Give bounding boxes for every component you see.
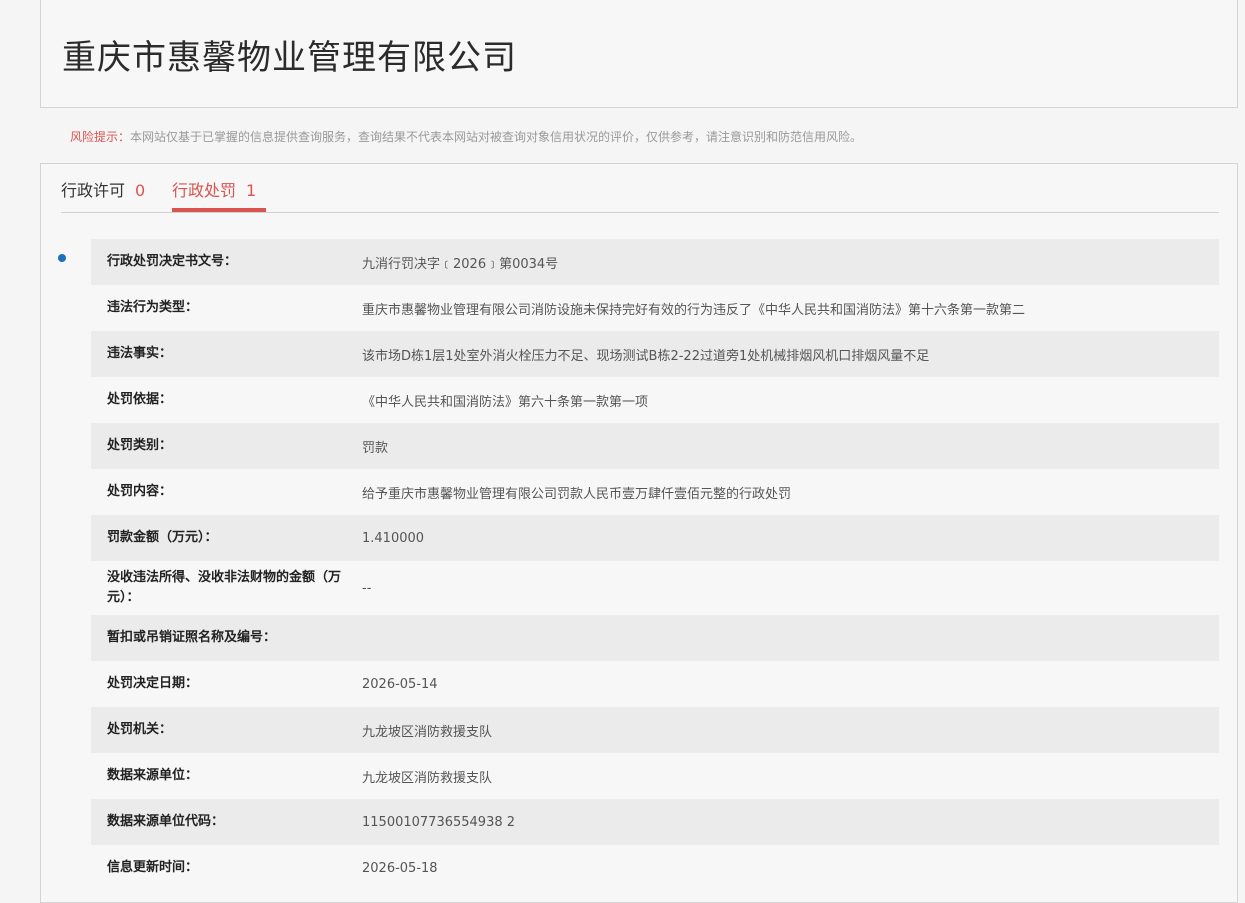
tab-administrative-penalty[interactable]: 行政处罚 1 bbox=[172, 177, 267, 212]
tab-administrative-license[interactable]: 行政许可 0 bbox=[61, 177, 145, 211]
detail-value: 2026-05-18 bbox=[362, 860, 438, 876]
detail-value: 九龙坡区消防救援支队 bbox=[362, 724, 493, 740]
detail-label: 罚款金额（万元）： bbox=[107, 530, 218, 545]
risk-notice: 风险提示：本网站仅基于已掌握的信息提供查询服务，查询结果不代表本网站对被查询对象… bbox=[70, 128, 862, 145]
company-title: 重庆市惠馨物业管理有限公司 bbox=[62, 38, 517, 78]
detail-row: 行政处罚决定书文号： 九消行罚决字﹝2026﹞第0034号 bbox=[91, 239, 1219, 285]
detail-value: 九消行罚决字﹝2026﹞第0034号 bbox=[362, 256, 559, 272]
risk-notice-label: 风险提示： bbox=[70, 130, 131, 144]
detail-value: 2026-05-14 bbox=[362, 676, 438, 692]
detail-row: 信息更新时间： 2026-05-18 bbox=[91, 845, 1219, 891]
detail-label: 处罚决定日期： bbox=[107, 676, 199, 691]
detail-value: 给予重庆市惠馨物业管理有限公司罚款人民币壹万肆仟壹佰元整的行政处罚 bbox=[362, 486, 792, 502]
tab-count: 0 bbox=[135, 181, 146, 200]
detail-value: 重庆市惠馨物业管理有限公司消防设施未保持完好有效的行为违反了《中华人民共和国消防… bbox=[362, 302, 1026, 318]
record-bullet-icon bbox=[58, 254, 66, 262]
records-panel: 行政许可 0 行政处罚 1 行政处罚决定书文号： 九消行罚决字﹝2026﹞第0034号… bbox=[40, 163, 1238, 903]
detail-label: 违法行为类型： bbox=[107, 300, 199, 315]
tab-label: 行政许可 bbox=[61, 181, 126, 200]
detail-label: 行政处罚决定书文号： bbox=[107, 254, 238, 269]
company-header: 重庆市惠馨物业管理有限公司 bbox=[40, 0, 1238, 108]
risk-notice-text: 本网站仅基于已掌握的信息提供查询服务，查询结果不代表本网站对被查询对象信用状况的… bbox=[130, 130, 863, 144]
detail-row: 暂扣或吊销证照名称及编号： bbox=[91, 615, 1219, 661]
detail-row: 处罚机关： 九龙坡区消防救援支队 bbox=[91, 707, 1219, 753]
detail-value: 罚款 bbox=[362, 440, 389, 456]
detail-label: 处罚机关： bbox=[107, 722, 173, 737]
tab-bar: 行政许可 0 行政处罚 1 bbox=[61, 164, 1219, 213]
detail-row: 违法行为类型： 重庆市惠馨物业管理有限公司消防设施未保持完好有效的行为违反了《中华… bbox=[91, 285, 1219, 331]
detail-row: 处罚类别： 罚款 bbox=[91, 423, 1219, 469]
detail-value: 11500107736554938 2 bbox=[362, 814, 516, 830]
detail-label: 处罚类别： bbox=[107, 438, 173, 453]
detail-label: 数据来源单位代码： bbox=[107, 814, 225, 829]
detail-label: 暂扣或吊销证照名称及编号： bbox=[107, 630, 277, 645]
detail-row: 没收违法所得、没收非法财物的金额（万元）： -- bbox=[91, 561, 1219, 615]
tab-label: 行政处罚 bbox=[172, 181, 237, 200]
detail-row: 罚款金额（万元）： 1.410000 bbox=[91, 515, 1219, 561]
tab-count: 1 bbox=[246, 181, 257, 200]
detail-row: 处罚依据： 《中华人民共和国消防法》第六十条第一款第一项 bbox=[91, 377, 1219, 423]
detail-label: 处罚依据： bbox=[107, 392, 173, 407]
detail-row: 数据来源单位代码： 11500107736554938 2 bbox=[91, 799, 1219, 845]
detail-row: 违法事实： 该市场D栋1层1处室外消火栓压力不足、现场测试B栋2-22过道旁1处机… bbox=[91, 331, 1219, 377]
detail-label: 没收违法所得、没收非法财物的金额（万元）： bbox=[107, 570, 342, 605]
penalty-detail-table: 行政处罚决定书文号： 九消行罚决字﹝2026﹞第0034号 违法行为类型： 重庆市惠… bbox=[91, 239, 1219, 891]
detail-row: 数据来源单位： 九龙坡区消防救援支队 bbox=[91, 753, 1219, 799]
detail-label: 数据来源单位： bbox=[107, 768, 199, 783]
detail-label: 信息更新时间： bbox=[107, 860, 199, 875]
detail-label: 违法事实： bbox=[107, 346, 173, 361]
detail-label: 处罚内容： bbox=[107, 484, 173, 499]
detail-value: 九龙坡区消防救援支队 bbox=[362, 770, 493, 786]
detail-row: 处罚决定日期： 2026-05-14 bbox=[91, 661, 1219, 707]
detail-value: -- bbox=[362, 580, 372, 596]
detail-value: 1.410000 bbox=[362, 530, 425, 546]
detail-row: 处罚内容： 给予重庆市惠馨物业管理有限公司罚款人民币壹万肆仟壹佰元整的行政处罚 bbox=[91, 469, 1219, 515]
detail-value: 该市场D栋1层1处室外消火栓压力不足、现场测试B栋2-22过道旁1处机械排烟风机… bbox=[362, 348, 930, 364]
detail-value: 《中华人民共和国消防法》第六十条第一款第一项 bbox=[362, 394, 649, 410]
